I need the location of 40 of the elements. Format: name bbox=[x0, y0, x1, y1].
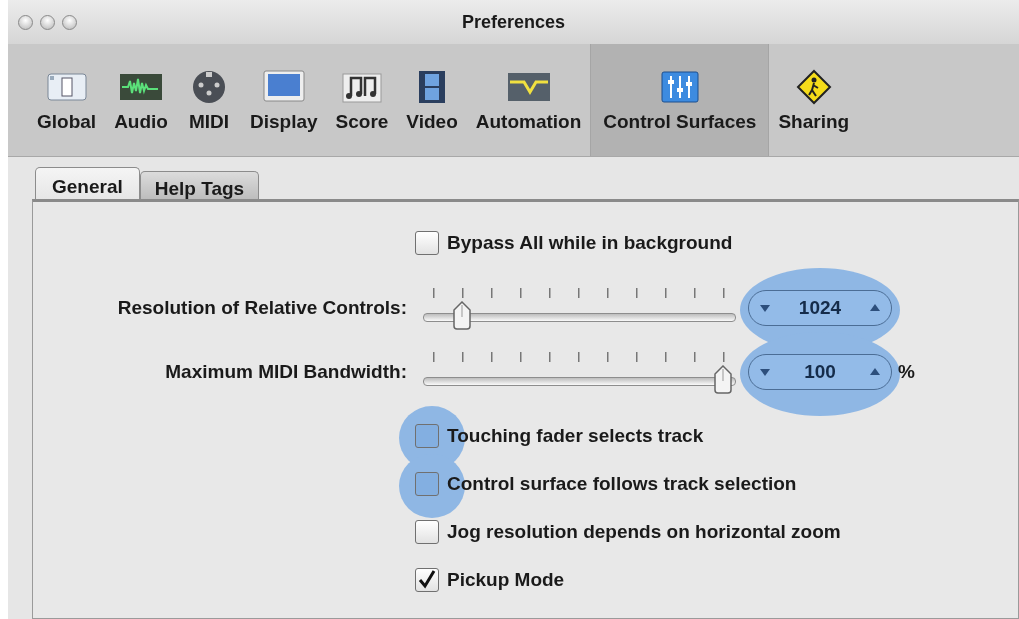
stepper-value: 1024 bbox=[797, 297, 843, 319]
checkbox-label: Touching fader selects track bbox=[447, 425, 704, 447]
decrement-button[interactable] bbox=[759, 303, 771, 313]
tab[interactable]: Help Tags bbox=[139, 171, 260, 199]
checkbox[interactable] bbox=[415, 231, 439, 255]
slider-thumb[interactable] bbox=[713, 365, 733, 395]
slider-label: Resolution of Relative Controls: bbox=[116, 297, 408, 319]
toolbar-button[interactable]: Audio bbox=[105, 44, 177, 156]
checkbox-label: Control surface follows track selection bbox=[447, 473, 797, 495]
toolbar-button[interactable]: Display bbox=[240, 44, 327, 156]
stepper-field[interactable]: 100 bbox=[748, 354, 892, 390]
toolbar-button[interactable]: Sharing bbox=[769, 44, 859, 156]
stepper-value: 100 bbox=[803, 361, 837, 383]
toolbar-button[interactable]: Global bbox=[28, 44, 106, 156]
toolbar-button[interactable]: Score bbox=[326, 44, 398, 156]
increment-button[interactable] bbox=[869, 303, 881, 313]
tab[interactable]: General bbox=[35, 167, 140, 199]
unit-label: % bbox=[898, 361, 915, 383]
toolbar-button[interactable]: MIDI bbox=[176, 44, 241, 156]
checkbox-label: Pickup Mode bbox=[447, 569, 565, 591]
window-button[interactable] bbox=[40, 14, 55, 30]
increment-button[interactable] bbox=[869, 367, 881, 377]
slider-label: Maximum MIDI Bandwidth: bbox=[164, 361, 408, 383]
slider-thumb[interactable] bbox=[452, 301, 472, 331]
window-button[interactable] bbox=[18, 14, 33, 30]
checkbox[interactable] bbox=[415, 424, 439, 448]
toolbar-button[interactable]: Automation bbox=[466, 44, 591, 156]
stepper-field[interactable]: 1024 bbox=[748, 290, 892, 326]
checkbox-label: Jog resolution depends on horizontal zoom bbox=[447, 521, 841, 543]
toolbar-button[interactable]: Video bbox=[397, 44, 467, 156]
window-title: Preferences bbox=[461, 11, 566, 33]
slider[interactable] bbox=[423, 352, 736, 392]
toolbar-button[interactable]: Control Surfaces bbox=[590, 44, 770, 156]
checkbox[interactable] bbox=[415, 472, 439, 496]
slider[interactable] bbox=[423, 288, 736, 328]
checkbox-label: Bypass All while in background bbox=[447, 232, 733, 254]
decrement-button[interactable] bbox=[759, 367, 771, 377]
checkbox[interactable] bbox=[415, 568, 439, 592]
checkbox[interactable] bbox=[415, 520, 439, 544]
window-button[interactable] bbox=[62, 14, 77, 30]
